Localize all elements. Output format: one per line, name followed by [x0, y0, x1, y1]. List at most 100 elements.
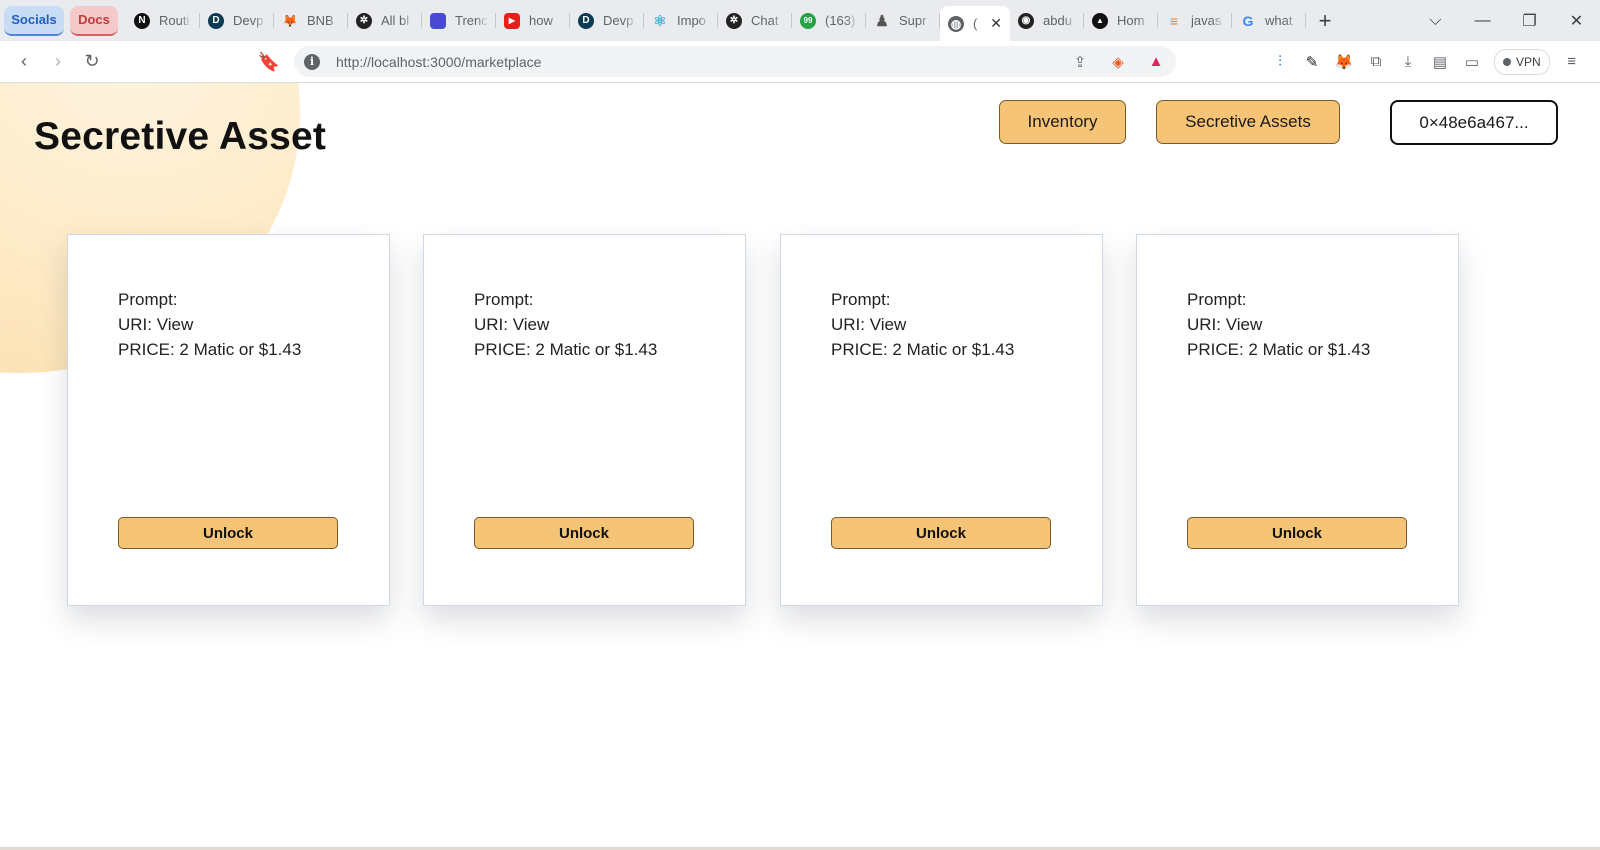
wallet-address-button[interactable]: 0×48e6a467...	[1390, 100, 1558, 145]
tab-4[interactable]: ✲ All bl	[348, 0, 422, 41]
whatsapp-icon: 99	[800, 12, 816, 29]
asset-prompt: Prompt:	[118, 290, 178, 309]
back-button[interactable]: ‹	[8, 46, 40, 78]
close-icon[interactable]: ✕	[990, 15, 1002, 32]
metamask-icon[interactable]: 🦊	[1334, 52, 1354, 72]
react-icon: ⚛	[653, 12, 667, 30]
asset-card: Prompt: URI: View PRICE: 2 Matic or $1.4…	[67, 234, 390, 606]
asset-uri[interactable]: URI: View	[831, 312, 1014, 337]
tab-label: BNB	[307, 13, 334, 28]
vpn-button[interactable]: VPN	[1494, 48, 1550, 75]
asset-card: Prompt: URI: View PRICE: 2 Matic or $1.4…	[423, 234, 746, 606]
tab-label: (163)	[825, 13, 856, 28]
window-controls: ⌵ — ❐ ✕	[1412, 0, 1600, 41]
openai-icon: ✲	[726, 12, 742, 29]
menu-icon[interactable]: ≡	[1562, 52, 1582, 72]
eyedropper-icon[interactable]: ✎	[1302, 52, 1322, 72]
tab-label: Trenc	[455, 13, 488, 28]
brave-rewards-icon[interactable]: ▲	[1146, 52, 1166, 72]
extension-icon[interactable]: ⫶	[1270, 52, 1290, 72]
address-bar: ‹ › ↻ 🔖 i http://localhost:3000/marketpl…	[0, 41, 1600, 83]
vercel-icon: ▲	[1092, 12, 1108, 29]
vpn-label: VPN	[1516, 54, 1541, 69]
tab-group-docs[interactable]: Docs	[70, 5, 118, 36]
vpn-status-icon	[1503, 57, 1511, 66]
chess-icon: ♟	[875, 12, 889, 30]
globe-icon: ◍	[948, 15, 964, 32]
tab-11[interactable]: ♟ Supr	[866, 0, 940, 41]
unlock-button[interactable]: Unlock	[474, 517, 694, 549]
tab-6[interactable]: ▶ how	[496, 0, 570, 41]
puzzle-icon[interactable]: ⧉	[1366, 52, 1386, 72]
browser-tab-bar: Socials Docs N Routi D Devp 🦊 BNB ✲ All bl T…	[0, 0, 1600, 41]
page-title: Secretive Asset	[34, 115, 327, 158]
openai-icon: ✲	[356, 12, 372, 29]
tab-label: Devp	[603, 13, 634, 28]
tab-15[interactable]: ≡ javas	[1158, 0, 1232, 41]
tab-3[interactable]: 🦊 BNB	[274, 0, 348, 41]
devpost-icon: D	[208, 12, 224, 29]
tab-13[interactable]: ◉ abdu	[1010, 0, 1084, 41]
asset-card-details: Prompt: URI: View PRICE: 2 Matic or $1.4…	[831, 287, 1014, 362]
bookmark-icon[interactable]: 🔖	[253, 46, 285, 78]
tab-label: Supr	[899, 13, 927, 28]
tab-9[interactable]: ✲ Chat	[718, 0, 792, 41]
brave-shield-icon[interactable]: ◈	[1108, 52, 1128, 72]
page-content: Secretive Asset Inventory Secretive Asse…	[0, 83, 1600, 850]
tab-group-socials[interactable]: Socials	[4, 5, 64, 36]
tab-1[interactable]: N Routi	[126, 0, 200, 41]
unlock-button[interactable]: Unlock	[831, 517, 1051, 549]
tab-16[interactable]: Gwhat	[1232, 0, 1306, 41]
new-tab-button[interactable]: +	[1308, 4, 1342, 38]
asset-uri[interactable]: URI: View	[1187, 312, 1370, 337]
tab-label: Routi	[159, 13, 190, 28]
asset-price: PRICE: 2 Matic or $1.43	[118, 340, 302, 359]
minimize-button[interactable]: —	[1459, 0, 1506, 41]
asset-card-details: Prompt: URI: View PRICE: 2 Matic or $1.4…	[1187, 287, 1370, 362]
asset-price: PRICE: 2 Matic or $1.43	[1187, 340, 1371, 359]
tab-10[interactable]: 99 (163)	[792, 0, 866, 41]
asset-prompt: Prompt:	[1187, 290, 1247, 309]
asset-uri[interactable]: URI: View	[474, 312, 657, 337]
asset-price: PRICE: 2 Matic or $1.43	[831, 340, 1015, 359]
sidebar-icon[interactable]: ▤	[1430, 52, 1450, 72]
asset-card: Prompt: URI: View PRICE: 2 Matic or $1.4…	[780, 234, 1103, 606]
wallet-icon[interactable]: ▭	[1462, 52, 1482, 72]
forward-button[interactable]: ›	[42, 46, 74, 78]
tab-label: (	[973, 16, 978, 31]
youtube-icon: ▶	[504, 12, 520, 29]
unlock-button[interactable]: Unlock	[1187, 517, 1407, 549]
tab-label: abdu	[1043, 13, 1072, 28]
reload-button[interactable]: ↻	[76, 46, 108, 78]
tab-7[interactable]: D Devp	[570, 0, 644, 41]
restore-button[interactable]: ❐	[1506, 0, 1553, 41]
inventory-button[interactable]: Inventory	[999, 100, 1126, 144]
nextjs-icon: N	[134, 12, 150, 29]
tab-label: javas	[1191, 13, 1222, 28]
stackoverflow-icon: ≡	[1169, 12, 1179, 29]
tab-label: how	[529, 13, 553, 28]
url-text[interactable]: http://localhost:3000/marketplace	[336, 54, 541, 70]
tab-8[interactable]: ⚛ Impo	[644, 0, 718, 41]
tab-14[interactable]: ▲ Hom	[1084, 0, 1158, 41]
asset-card-details: Prompt: URI: View PRICE: 2 Matic or $1.4…	[118, 287, 301, 362]
close-window-button[interactable]: ✕	[1553, 0, 1600, 41]
asset-card-details: Prompt: URI: View PRICE: 2 Matic or $1.4…	[474, 287, 657, 362]
google-icon: G	[1242, 12, 1254, 29]
download-icon[interactable]: ⤓	[1398, 52, 1418, 72]
asset-prompt: Prompt:	[474, 290, 534, 309]
asset-uri[interactable]: URI: View	[118, 312, 301, 337]
tab-label: Chat	[751, 13, 779, 28]
site-info-icon[interactable]: i	[304, 53, 320, 70]
omnibox[interactable]: i http://localhost:3000/marketplace ⇪ ◈ …	[294, 46, 1176, 77]
tab-2[interactable]: D Devp	[200, 0, 274, 41]
unlock-button[interactable]: Unlock	[118, 517, 338, 549]
share-icon[interactable]: ⇪	[1070, 52, 1090, 72]
tab-active[interactable]: ◍ ( ✕	[940, 6, 1010, 41]
tab-5[interactable]: Trenc	[422, 0, 496, 41]
asset-card: Prompt: URI: View PRICE: 2 Matic or $1.4…	[1136, 234, 1459, 606]
tab-label: All bl	[381, 13, 410, 28]
secretive-assets-button[interactable]: Secretive Assets	[1156, 100, 1340, 144]
tab-search-chevron-icon[interactable]: ⌵	[1412, 0, 1459, 41]
app-icon	[430, 12, 446, 29]
